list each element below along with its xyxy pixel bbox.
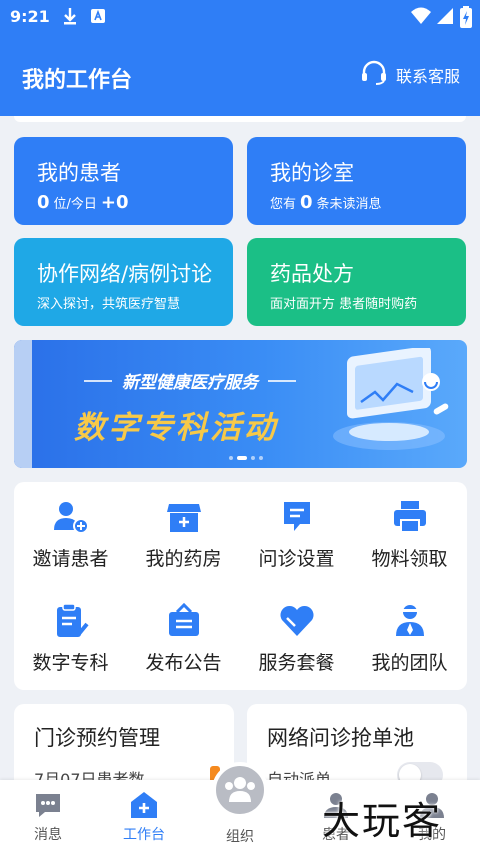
- patients-unit: 位/今日: [53, 197, 97, 212]
- announcement-icon: [165, 602, 203, 640]
- page-title: 我的工作台: [22, 68, 133, 93]
- battery-icon: [460, 6, 472, 32]
- watermark: 大玩客: [322, 799, 443, 843]
- download-icon: [62, 6, 78, 30]
- status-bar: 9:21: [0, 0, 480, 34]
- my-clinic-stats: 您有 0 条未读消息: [270, 192, 382, 213]
- promo-banner[interactable]: 新型健康医疗服务 数字专科活动: [14, 340, 467, 468]
- group-icon: [223, 774, 257, 810]
- drug-prescription-title: 药品处方: [270, 262, 354, 286]
- printer-icon: [391, 498, 429, 536]
- grid-item-my-pharmacy[interactable]: 我的药房: [127, 482, 240, 582]
- grid-label: 物料领取: [371, 548, 448, 570]
- banner-pagination[interactable]: [229, 456, 263, 460]
- online-consult-pool-title: 网络问诊抢单池: [267, 726, 414, 750]
- message-icon: [33, 790, 63, 820]
- status-time: 9:21: [10, 7, 50, 26]
- clinic-unread-count: 0: [300, 192, 313, 213]
- patients-count: 0: [37, 192, 50, 213]
- my-patients-stats: 0 位/今日 +0: [37, 192, 133, 213]
- grid-item-invite-patient[interactable]: 邀请患者: [14, 482, 127, 582]
- tab-label: 组织: [226, 829, 254, 845]
- header: 我的工作台 联系客服: [0, 34, 480, 116]
- digital-specialty-icon: [52, 602, 90, 640]
- contact-service-button[interactable]: 联系客服: [360, 60, 460, 90]
- my-patients-title: 我的患者: [37, 161, 121, 185]
- grid-label: 数字专科: [32, 652, 109, 674]
- grid-label: 我的药房: [145, 548, 222, 570]
- drug-prescription-sub: 面对面开方 患者随时购药: [270, 297, 418, 312]
- banner-title: 数字专科活动: [74, 410, 278, 446]
- collab-network-title: 协作网络/病例讨论: [37, 262, 213, 286]
- grid-item-material-claim[interactable]: 物料领取: [353, 482, 466, 582]
- consult-settings-icon: [278, 498, 316, 536]
- drug-prescription-card[interactable]: 药品处方 面对面开方 患者随时购药: [247, 238, 466, 326]
- banner-prev-edge: [14, 340, 32, 468]
- grid-item-consult-settings[interactable]: 问诊设置: [240, 482, 353, 582]
- grid-item-service-package[interactable]: 服务套餐: [240, 586, 353, 686]
- collab-network-card[interactable]: 协作网络/病例讨论 深入探讨，共筑医疗智慧: [14, 238, 233, 326]
- heart-icon: [278, 602, 316, 640]
- wifi-icon: [410, 6, 432, 30]
- tab-label: 工作台: [123, 827, 165, 843]
- my-patients-card[interactable]: 我的患者 0 位/今日 +0: [14, 137, 233, 225]
- app-notification-icon: [90, 6, 106, 30]
- collab-network-sub: 深入探讨，共筑医疗智慧: [37, 297, 181, 312]
- my-clinic-card[interactable]: 我的诊室 您有 0 条未读消息: [247, 137, 466, 225]
- team-icon: [391, 602, 429, 640]
- invite-patient-icon: [52, 498, 90, 536]
- medical-monitor-illustration: [327, 346, 457, 462]
- grid-label: 邀请患者: [32, 548, 109, 570]
- grid-item-my-team[interactable]: 我的团队: [353, 586, 466, 686]
- tab-messages[interactable]: 消息: [0, 790, 96, 844]
- clinic-prefix: 您有: [270, 197, 297, 212]
- grid-item-digital-specialty[interactable]: 数字专科: [14, 586, 127, 686]
- organization-center-button[interactable]: [212, 762, 268, 818]
- top-strip: [14, 116, 466, 122]
- grid-label: 服务套餐: [258, 652, 335, 674]
- grid-item-publish-announcement[interactable]: 发布公告: [127, 586, 240, 686]
- headset-icon: [360, 60, 396, 90]
- tab-organization[interactable]: 组织: [192, 826, 288, 846]
- workbench-icon: [129, 790, 159, 820]
- tab-workbench[interactable]: 工作台: [96, 790, 192, 844]
- grid-label: 发布公告: [145, 652, 222, 674]
- signal-icon: [436, 6, 454, 30]
- banner-subtitle: 新型健康医疗服务: [74, 368, 306, 393]
- clinic-suffix: 条未读消息: [316, 197, 382, 212]
- appointment-management-title: 门诊预约管理: [34, 726, 160, 750]
- function-grid: 邀请患者 我的药房 问诊设置 物料领取 数字专科 发布公告 服务套餐 我的团队: [14, 482, 467, 690]
- pharmacy-icon: [165, 498, 203, 536]
- grid-label: 我的团队: [371, 652, 448, 674]
- contact-service-label: 联系客服: [395, 67, 460, 86]
- patients-today: +0: [100, 192, 129, 213]
- tab-label: 消息: [34, 827, 62, 843]
- grid-label: 问诊设置: [258, 548, 335, 570]
- my-clinic-title: 我的诊室: [270, 161, 354, 185]
